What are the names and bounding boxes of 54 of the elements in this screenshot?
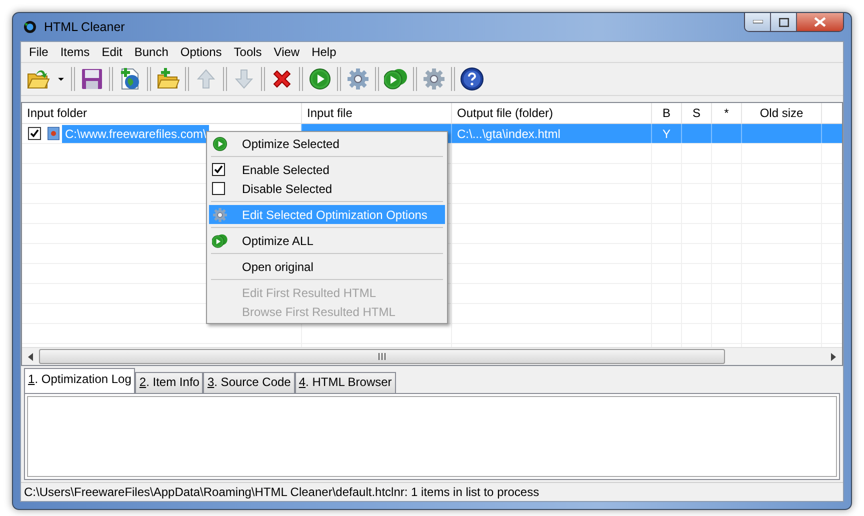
menu-item[interactable]: Edit (96, 45, 128, 59)
column-header[interactable]: * (712, 103, 742, 123)
minimize-button[interactable] (745, 13, 771, 31)
menu-item[interactable]: Options (174, 45, 228, 59)
checkbox[interactable] (28, 127, 41, 140)
tab[interactable]: 4. HTML Browser (294, 372, 396, 393)
menu-item[interactable]: Optimize Selected (209, 134, 445, 153)
file-globe-icon (118, 67, 142, 91)
tab[interactable]: 3. Source Code (203, 372, 295, 393)
play-icon (308, 67, 332, 91)
table-cell: Y (662, 126, 670, 140)
help-icon (460, 67, 484, 91)
gear-icon (346, 67, 370, 91)
column-header[interactable]: Old size (742, 103, 822, 123)
horizontal-scrollbar[interactable] (22, 347, 842, 365)
right-arrow-icon[interactable] (831, 352, 836, 360)
column-header[interactable]: Input folder (22, 103, 302, 123)
minimize-icon (752, 20, 762, 24)
menu-item[interactable]: Optimize ALL (209, 231, 445, 250)
maximize-icon (778, 18, 788, 26)
column-header[interactable]: B (652, 103, 682, 123)
column-header[interactable]: Input file (302, 103, 452, 123)
table-cell: C:\...\gta\index.html (457, 126, 560, 140)
menu-item[interactable]: File (23, 45, 54, 59)
maximize-button[interactable] (771, 13, 797, 31)
window-title: HTML Cleaner (44, 20, 125, 34)
app-icon (22, 19, 38, 35)
close-button[interactable] (797, 13, 843, 31)
close-icon (814, 17, 826, 27)
menu-item[interactable]: Bunch (128, 45, 174, 59)
menu-item[interactable]: View (268, 45, 306, 59)
menu-item[interactable]: Items (54, 45, 96, 59)
menu-item[interactable]: Enable Selected (209, 160, 445, 179)
table-cell: C:\www.freewarefiles.com\ (62, 124, 210, 142)
down-arrow-icon (232, 67, 256, 91)
column-header[interactable]: Output file (folder) (452, 103, 652, 123)
menu-item[interactable]: Disable Selected (209, 179, 445, 198)
left-arrow-icon[interactable] (28, 352, 33, 360)
play-icon (212, 136, 228, 152)
tab[interactable]: 1. Optimization Log (24, 368, 136, 393)
tab[interactable]: 2. Item Info (135, 372, 204, 393)
menu-item[interactable]: Open original (209, 257, 445, 276)
html-file-icon (46, 126, 61, 141)
column-header[interactable]: S (682, 103, 712, 123)
menu-item[interactable]: Help (306, 45, 342, 59)
grip-icon (378, 353, 386, 360)
status-text: C:\Users\FreewareFiles\AppData\Roaming\HTML Cleaner\default.htclnr: 1 items in list to process (21, 482, 843, 501)
double-play-icon (212, 232, 228, 248)
folder-plus-icon (156, 67, 180, 91)
double-play-icon (384, 67, 408, 91)
gear-icon (422, 67, 446, 91)
up-arrow-icon (194, 67, 218, 91)
gear-icon (212, 206, 228, 222)
menu-item[interactable]: Tools (228, 45, 268, 59)
